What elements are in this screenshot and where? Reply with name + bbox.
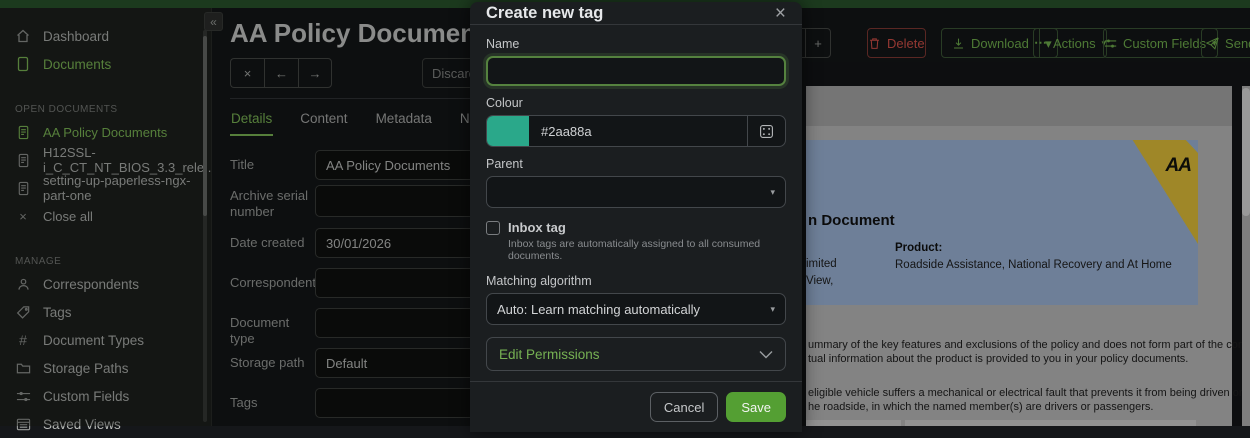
colour-input-group: #2aa88a <box>486 115 786 147</box>
tag-name-input[interactable] <box>486 56 786 86</box>
name-label: Name <box>486 37 786 51</box>
inbox-tag-label: Inbox tag <box>508 220 566 235</box>
cancel-button[interactable]: Cancel <box>650 392 718 422</box>
modal-header: Create new tag × <box>470 2 802 25</box>
inbox-tag-checkbox[interactable] <box>486 221 500 235</box>
random-colour-button[interactable] <box>747 116 785 146</box>
edit-permissions-accordion[interactable]: Edit Permissions <box>486 337 786 371</box>
dice-icon <box>759 124 774 139</box>
modal-footer: Cancel Save <box>470 381 802 432</box>
modal-body: Name Colour #2aa88a Parent ▾ Inbox tag I… <box>470 25 802 381</box>
edit-permissions-label: Edit Permissions <box>499 347 600 362</box>
matching-algorithm-value: Auto: Learn matching automatically <box>497 302 700 317</box>
save-button[interactable]: Save <box>726 392 786 422</box>
matching-algorithm-select[interactable]: Auto: Learn matching automatically ▾ <box>486 293 786 325</box>
chevron-down-icon <box>759 350 773 359</box>
colour-swatch <box>487 116 529 146</box>
inbox-tag-hint: Inbox tags are automatically assigned to… <box>508 238 786 262</box>
inbox-tag-row: Inbox tag <box>486 220 786 235</box>
create-tag-modal: Create new tag × Name Colour #2aa88a Par… <box>470 2 802 432</box>
parent-label: Parent <box>486 157 786 171</box>
close-icon[interactable]: × <box>775 4 786 23</box>
matching-algorithm-label: Matching algorithm <box>486 274 786 288</box>
chevron-down-icon: ▾ <box>770 305 775 314</box>
modal-title: Create new tag <box>486 4 603 23</box>
chevron-down-icon: ▾ <box>770 188 775 197</box>
colour-value[interactable]: #2aa88a <box>529 124 747 139</box>
parent-select[interactable]: ▾ <box>486 176 786 208</box>
colour-label: Colour <box>486 96 786 110</box>
